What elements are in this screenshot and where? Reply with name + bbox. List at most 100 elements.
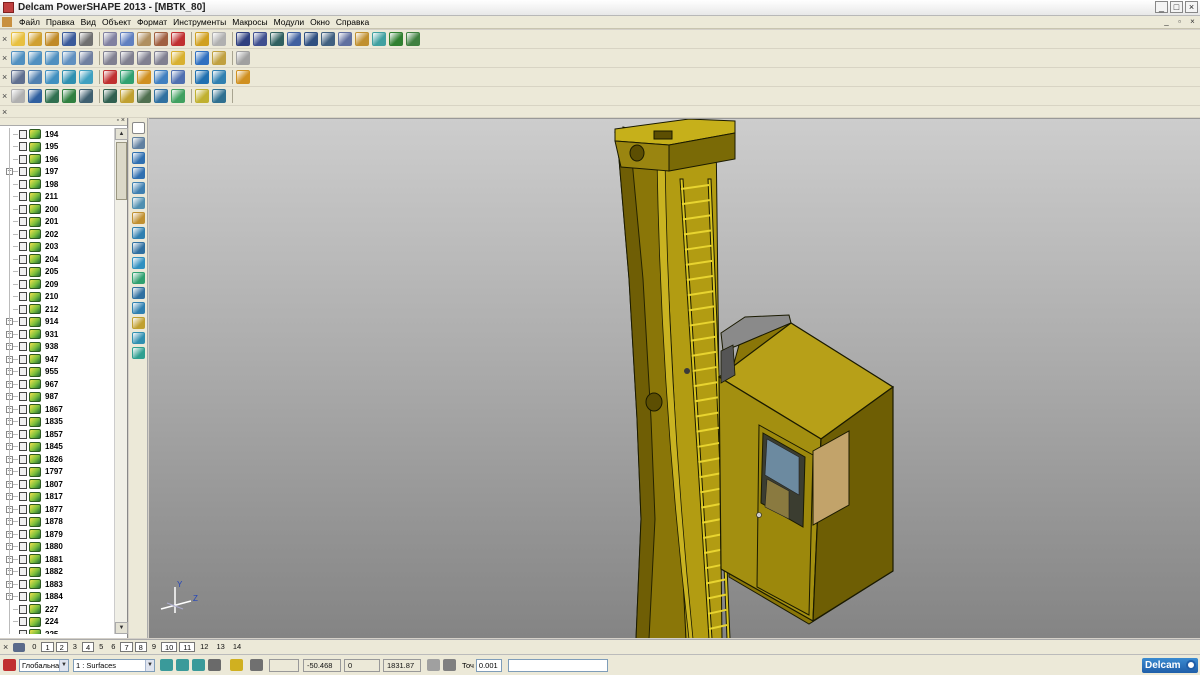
document-icon[interactable] [28,70,42,84]
save-icon[interactable] [62,32,76,46]
lock-icon[interactable] [19,442,27,452]
lock-icon[interactable] [19,629,27,634]
tree-item[interactable]: +1857 [0,428,113,441]
select-icon[interactable] [287,32,301,46]
disk-icon[interactable] [131,242,145,254]
lock-icon[interactable] [19,554,27,564]
stack-icon[interactable] [131,182,145,194]
snap-icon[interactable] [230,659,243,671]
page-tab[interactable]: 4 [81,642,95,652]
tree-item[interactable]: 201 [0,215,113,228]
copy-icon[interactable] [120,32,134,46]
page-tab[interactable]: 11 [179,642,196,652]
select-filter-icon[interactable] [131,137,145,149]
transform-icon[interactable] [195,70,209,84]
boolean-icon[interactable] [236,70,250,84]
lock-icon[interactable] [19,467,27,477]
duplicate-icon[interactable] [131,167,145,179]
tree-item[interactable]: +967 [0,378,113,391]
tree-item[interactable]: +1878 [0,515,113,528]
tree-item[interactable]: +1826 [0,453,113,466]
tree-item[interactable]: +987 [0,390,113,403]
scroll-down-icon[interactable]: ▼ [115,622,128,634]
lock-icon[interactable] [19,342,27,352]
solid-fill-icon[interactable] [195,89,209,103]
tree-item[interactable]: 210 [0,290,113,303]
page-tab[interactable]: 10 [160,642,178,652]
tree-item[interactable]: +1880 [0,540,113,553]
tree-item[interactable]: +1835 [0,415,113,428]
axis-icon[interactable] [270,32,284,46]
tree-item[interactable]: +1883 [0,578,113,591]
refresh-icon[interactable] [131,332,145,344]
graphics-viewport[interactable]: Y Z [149,118,1200,638]
curve-icon[interactable] [321,32,335,46]
tree-item[interactable]: 202 [0,228,113,241]
doc-close-button[interactable]: × [1187,17,1198,27]
solid-shell-icon[interactable] [120,89,134,103]
workplane-icon[interactable] [236,32,250,46]
levels-icon[interactable] [13,642,26,652]
tree-item[interactable]: +914 [0,315,113,328]
page-tab[interactable]: 12 [197,642,211,652]
coord-x-field[interactable]: -50.468 [303,658,341,672]
tree-item[interactable]: 205 [0,265,113,278]
lock-icon[interactable] [19,542,27,552]
lock-icon[interactable] [19,254,27,264]
cube-icon[interactable] [137,70,151,84]
cut-icon[interactable] [103,32,117,46]
tree-item[interactable]: 194 [0,128,113,141]
tree-item[interactable]: +1881 [0,553,113,566]
solid-shade-icon[interactable] [79,70,93,84]
page-tab[interactable]: 5 [96,642,106,652]
page-tab[interactable]: 14 [230,642,244,652]
menu-window[interactable]: Окно [307,17,333,27]
tree-item[interactable]: +938 [0,340,113,353]
page-tab[interactable]: 0 [29,642,39,652]
drive-icon[interactable] [131,227,145,239]
open-recent-icon[interactable] [45,32,59,46]
open-icon[interactable] [28,32,42,46]
lock-icon[interactable] [19,217,27,227]
solid-icon[interactable] [389,32,403,46]
tree-item[interactable]: 195 [0,140,113,153]
shade-sphere-icon[interactable] [171,51,185,65]
toolbar-grip[interactable]: × [2,89,8,104]
zoom-out-icon[interactable] [120,51,134,65]
shaded-hidden-icon[interactable] [192,659,205,671]
network-icon[interactable] [131,347,145,359]
tree-item[interactable]: +1817 [0,490,113,503]
lock-icon[interactable] [19,604,27,614]
lock-icon[interactable] [19,154,27,164]
redo-icon[interactable] [212,32,226,46]
tolerance-input[interactable]: 0.001 [475,658,502,672]
menu-help[interactable]: Справка [333,17,372,27]
solid-pattern-icon[interactable] [137,89,151,103]
globe-icon[interactable] [131,302,145,314]
workplane-select[interactable]: Глобальна ▼ [19,658,69,672]
page-tab[interactable]: 7 [120,642,133,652]
solid-box-icon[interactable] [45,89,59,103]
section-icon[interactable] [171,70,185,84]
lock-icon[interactable] [19,529,27,539]
level-select[interactable]: 1 : Surfaces ▼ [73,658,155,672]
lock-icon[interactable] [19,267,27,277]
tree-item[interactable]: +1845 [0,440,113,453]
tree-item[interactable]: +1884 [0,590,113,603]
view-top-icon[interactable] [11,51,25,65]
page-tab[interactable]: 1 [41,642,54,652]
menu-macros[interactable]: Макросы [229,17,270,27]
page-tab[interactable]: 13 [213,642,227,652]
page-bar-close-icon[interactable]: × [3,642,8,652]
menu-modules[interactable]: Модули [271,17,307,27]
edges-icon[interactable] [154,70,168,84]
lock-icon[interactable] [19,367,27,377]
image-icon[interactable] [131,257,145,269]
grid-icon[interactable] [250,659,263,671]
shaded-edges-icon[interactable] [176,659,189,671]
pen-icon[interactable] [131,197,145,209]
solid-extrude-icon[interactable] [62,89,76,103]
tree-item[interactable]: +1882 [0,565,113,578]
paste-icon[interactable] [137,32,151,46]
database-icon[interactable] [131,212,145,224]
